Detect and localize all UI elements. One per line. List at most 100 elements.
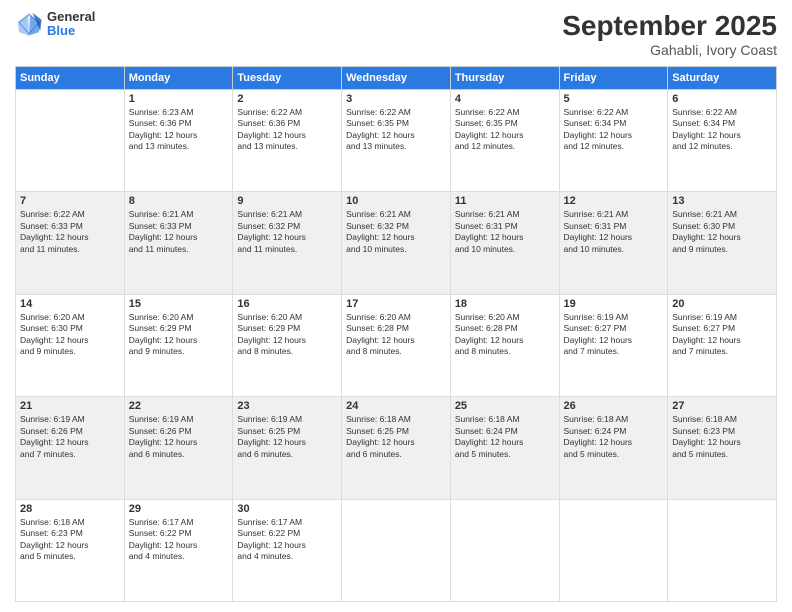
calendar-week-row: 1Sunrise: 6:23 AM Sunset: 6:36 PM Daylig… [16, 90, 777, 192]
calendar-cell: 4 Sunrise: 6:22 AM Sunset: 6:35 PM Daylig… [450, 90, 559, 192]
calendar-cell: 24Sunrise: 6:18 AM Sunset: 6:25 PM Dayli… [342, 397, 451, 499]
calendar-cell: 17 Sunrise: 6:20 AM Sunset: 6:28 PM Dayli… [342, 294, 451, 396]
calendar-cell: 7 Sunrise: 6:22 AM Sunset: 6:33 PM Daylig… [16, 192, 125, 294]
day-number: 18 [455, 298, 555, 310]
cell-info: Sunrise: 6:21 AM Sunset: 6:33 PM Dayligh… [129, 209, 229, 255]
day-number: 11 [455, 195, 555, 207]
calendar-cell: 9 Sunrise: 6:21 AM Sunset: 6:32 PM Daylig… [233, 192, 342, 294]
day-number: 19 [564, 298, 664, 310]
day-number: 10 [346, 195, 446, 207]
day-number: 17 [346, 298, 446, 310]
cell-info: Sunrise: 6:17 AM Sunset: 6:22 PM Dayligh… [129, 517, 229, 563]
day-number: 30 [237, 503, 337, 515]
cell-info: Sunrise: 6:18 AM Sunset: 6:24 PM Dayligh… [564, 414, 664, 460]
cell-info: Sunrise: 6:19 AM Sunset: 6:26 PM Dayligh… [20, 414, 120, 460]
calendar-day-header: Thursday [450, 67, 559, 90]
cell-info: Sunrise: 6:17 AM Sunset: 6:22 PM Dayligh… [237, 517, 337, 563]
calendar-day-header: Friday [559, 67, 668, 90]
day-number: 16 [237, 298, 337, 310]
header: General Blue September 2025 Gahabli, Ivo… [15, 10, 777, 58]
day-number: 9 [237, 195, 337, 207]
calendar-week-row: 21 Sunrise: 6:19 AM Sunset: 6:26 PM Dayli… [16, 397, 777, 499]
calendar-week-row: 28Sunrise: 6:18 AM Sunset: 6:23 PM Dayli… [16, 499, 777, 601]
calendar-table: SundayMondayTuesdayWednesdayThursdayFrid… [15, 66, 777, 602]
calendar-day-header: Tuesday [233, 67, 342, 90]
month-title: September 2025 [562, 10, 777, 42]
day-number: 26 [564, 400, 664, 412]
day-number: 27 [672, 400, 772, 412]
day-number: 15 [129, 298, 229, 310]
calendar-day-header: Saturday [668, 67, 777, 90]
cell-info: Sunrise: 6:22 AM Sunset: 6:33 PM Dayligh… [20, 209, 120, 255]
calendar-cell: 14 Sunrise: 6:20 AM Sunset: 6:30 PM Dayli… [16, 294, 125, 396]
cell-info: Sunrise: 6:18 AM Sunset: 6:23 PM Dayligh… [20, 517, 120, 563]
day-number: 25 [455, 400, 555, 412]
calendar-cell: 10 Sunrise: 6:21 AM Sunset: 6:32 PM Dayli… [342, 192, 451, 294]
cell-info: Sunrise: 6:21 AM Sunset: 6:32 PM Dayligh… [346, 209, 446, 255]
calendar-cell: 2 Sunrise: 6:22 AM Sunset: 6:36 PM Daylig… [233, 90, 342, 192]
cell-info: Sunrise: 6:22 AM Sunset: 6:36 PM Dayligh… [237, 107, 337, 153]
day-number: 12 [564, 195, 664, 207]
calendar-cell [16, 90, 125, 192]
cell-info: Sunrise: 6:20 AM Sunset: 6:28 PM Dayligh… [455, 312, 555, 358]
calendar-cell [342, 499, 451, 601]
day-number: 24 [346, 400, 446, 412]
cell-info: Sunrise: 6:22 AM Sunset: 6:35 PM Dayligh… [346, 107, 446, 153]
calendar-cell: 11 Sunrise: 6:21 AM Sunset: 6:31 PM Dayli… [450, 192, 559, 294]
calendar-cell: 13Sunrise: 6:21 AM Sunset: 6:30 PM Dayli… [668, 192, 777, 294]
cell-info: Sunrise: 6:20 AM Sunset: 6:30 PM Dayligh… [20, 312, 120, 358]
day-number: 2 [237, 93, 337, 105]
day-number: 22 [129, 400, 229, 412]
calendar-cell: 6Sunrise: 6:22 AM Sunset: 6:34 PM Daylig… [668, 90, 777, 192]
logo-general-text: General [47, 10, 95, 24]
calendar-cell: 25 Sunrise: 6:18 AM Sunset: 6:24 PM Dayli… [450, 397, 559, 499]
cell-info: Sunrise: 6:20 AM Sunset: 6:29 PM Dayligh… [237, 312, 337, 358]
calendar-cell [668, 499, 777, 601]
logo-blue-text: Blue [47, 24, 95, 38]
cell-info: Sunrise: 6:19 AM Sunset: 6:27 PM Dayligh… [672, 312, 772, 358]
logo-icon [15, 10, 43, 38]
calendar-cell: 1Sunrise: 6:23 AM Sunset: 6:36 PM Daylig… [124, 90, 233, 192]
calendar-cell: 3 Sunrise: 6:22 AM Sunset: 6:35 PM Daylig… [342, 90, 451, 192]
cell-info: Sunrise: 6:22 AM Sunset: 6:34 PM Dayligh… [564, 107, 664, 153]
cell-info: Sunrise: 6:21 AM Sunset: 6:32 PM Dayligh… [237, 209, 337, 255]
calendar-cell: 28Sunrise: 6:18 AM Sunset: 6:23 PM Dayli… [16, 499, 125, 601]
day-number: 14 [20, 298, 120, 310]
calendar-header-row: SundayMondayTuesdayWednesdayThursdayFrid… [16, 67, 777, 90]
day-number: 29 [129, 503, 229, 515]
cell-info: Sunrise: 6:19 AM Sunset: 6:26 PM Dayligh… [129, 414, 229, 460]
calendar-cell [450, 499, 559, 601]
calendar-week-row: 14 Sunrise: 6:20 AM Sunset: 6:30 PM Dayli… [16, 294, 777, 396]
cell-info: Sunrise: 6:22 AM Sunset: 6:35 PM Dayligh… [455, 107, 555, 153]
location: Gahabli, Ivory Coast [562, 42, 777, 58]
calendar-cell: 21 Sunrise: 6:19 AM Sunset: 6:26 PM Dayli… [16, 397, 125, 499]
calendar-cell: 15 Sunrise: 6:20 AM Sunset: 6:29 PM Dayli… [124, 294, 233, 396]
cell-info: Sunrise: 6:18 AM Sunset: 6:24 PM Dayligh… [455, 414, 555, 460]
calendar-cell: 23 Sunrise: 6:19 AM Sunset: 6:25 PM Dayli… [233, 397, 342, 499]
day-number: 7 [20, 195, 120, 207]
cell-info: Sunrise: 6:20 AM Sunset: 6:29 PM Dayligh… [129, 312, 229, 358]
calendar-day-header: Sunday [16, 67, 125, 90]
calendar-cell: 12Sunrise: 6:21 AM Sunset: 6:31 PM Dayli… [559, 192, 668, 294]
page: General Blue September 2025 Gahabli, Ivo… [0, 0, 792, 612]
day-number: 20 [672, 298, 772, 310]
cell-info: Sunrise: 6:21 AM Sunset: 6:31 PM Dayligh… [455, 209, 555, 255]
title-block: September 2025 Gahabli, Ivory Coast [562, 10, 777, 58]
day-number: 13 [672, 195, 772, 207]
day-number: 8 [129, 195, 229, 207]
cell-info: Sunrise: 6:20 AM Sunset: 6:28 PM Dayligh… [346, 312, 446, 358]
logo-text: General Blue [47, 10, 95, 39]
day-number: 23 [237, 400, 337, 412]
calendar-cell: 22 Sunrise: 6:19 AM Sunset: 6:26 PM Dayli… [124, 397, 233, 499]
day-number: 21 [20, 400, 120, 412]
day-number: 3 [346, 93, 446, 105]
calendar-cell: 18 Sunrise: 6:20 AM Sunset: 6:28 PM Dayli… [450, 294, 559, 396]
calendar-cell: 27 Sunrise: 6:18 AM Sunset: 6:23 PM Dayli… [668, 397, 777, 499]
day-number: 6 [672, 93, 772, 105]
calendar-cell: 16 Sunrise: 6:20 AM Sunset: 6:29 PM Dayli… [233, 294, 342, 396]
day-number: 4 [455, 93, 555, 105]
cell-info: Sunrise: 6:18 AM Sunset: 6:23 PM Dayligh… [672, 414, 772, 460]
cell-info: Sunrise: 6:23 AM Sunset: 6:36 PM Dayligh… [129, 107, 229, 153]
calendar-cell: 29 Sunrise: 6:17 AM Sunset: 6:22 PM Dayli… [124, 499, 233, 601]
cell-info: Sunrise: 6:19 AM Sunset: 6:25 PM Dayligh… [237, 414, 337, 460]
